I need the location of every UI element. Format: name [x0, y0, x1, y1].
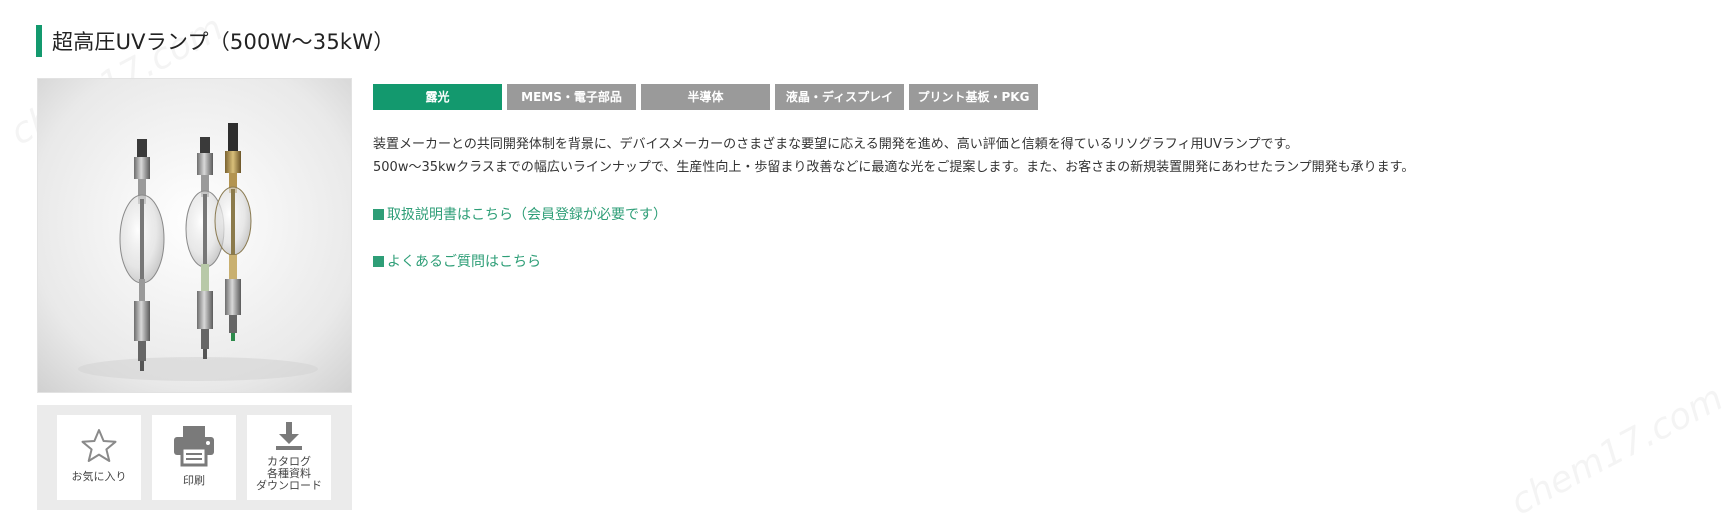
- action-panel: お気に入り 印刷 カタログ 各種資料 ダウンロード: [37, 405, 352, 510]
- tag-lcd-display[interactable]: 液晶・ディスプレイ: [775, 84, 904, 110]
- faq-link-text: よくあるご質問はこちら: [387, 254, 541, 270]
- square-bullet-icon: [373, 209, 384, 220]
- title-accent-bar: [36, 25, 42, 57]
- tag-pcb-pkg[interactable]: プリント基板・PKG: [909, 84, 1038, 110]
- print-button[interactable]: 印刷: [152, 415, 236, 500]
- tag-semiconductor[interactable]: 半導体: [641, 84, 770, 110]
- page-header: 超高圧UVランプ（500W〜35kW）: [36, 25, 394, 57]
- catalog-download-label: カタログ 各種資料 ダウンロード: [256, 455, 322, 492]
- print-label: 印刷: [183, 474, 205, 487]
- printer-icon: [174, 426, 214, 467]
- square-bullet-icon: [373, 256, 384, 267]
- favorite-label: お気に入り: [71, 470, 127, 483]
- faq-link[interactable]: よくあるご質問はこちら: [373, 251, 541, 271]
- manual-link[interactable]: 取扱説明書はこちら（会員登録が必要です）: [373, 204, 667, 224]
- catalog-download-button[interactable]: カタログ 各種資料 ダウンロード: [247, 415, 331, 500]
- tag-exposure[interactable]: 露光: [373, 84, 502, 110]
- manual-link-text: 取扱説明書はこちら（会員登録が必要です）: [387, 207, 667, 223]
- favorite-button[interactable]: お気に入り: [57, 415, 141, 500]
- download-icon: [276, 422, 302, 450]
- description-line-2: 500w〜35kwクラスまでの幅広いラインナップで、生産性向上・歩留まり改善など…: [373, 160, 1415, 175]
- tag-mems[interactable]: MEMS・電子部品: [507, 84, 636, 110]
- product-image: [37, 78, 352, 393]
- description-line-1: 装置メーカーとの共同開発体制を背景に、デバイスメーカーのさまざまな要望に応える開…: [373, 137, 1299, 152]
- page-title: 超高圧UVランプ（500W〜35kW）: [52, 30, 395, 54]
- product-description: 装置メーカーとの共同開発体制を背景に、デバイスメーカーのさまざまな要望に応える開…: [373, 133, 1414, 179]
- watermark-bottom-right: chem17.com: [1504, 377, 1729, 523]
- category-tags: 露光 MEMS・電子部品 半導体 液晶・ディスプレイ プリント基板・PKG: [373, 84, 1038, 110]
- star-icon: [81, 429, 117, 462]
